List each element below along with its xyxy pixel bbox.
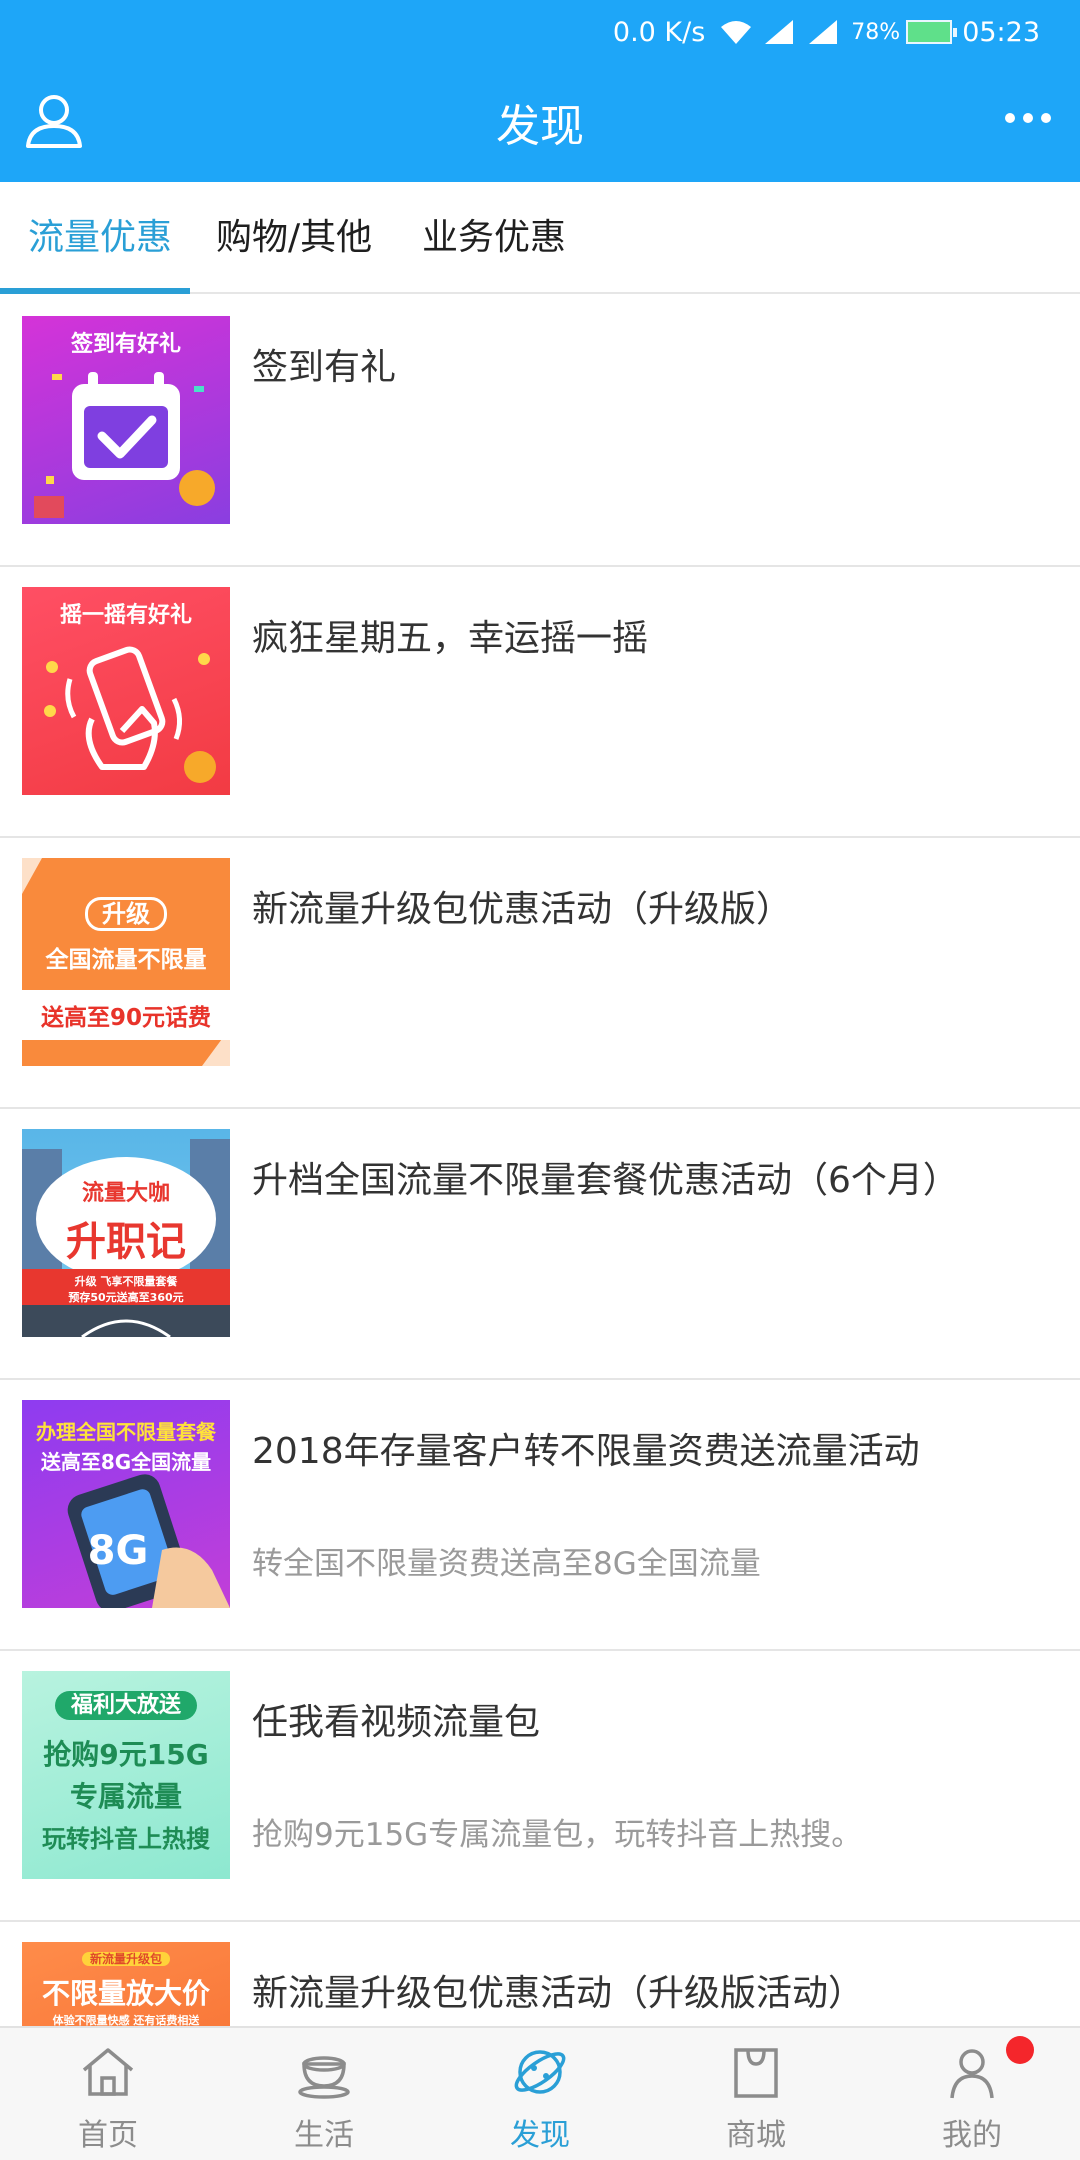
coin-decoration [44, 653, 216, 783]
thumb-banner-text: 福利大放送 [22, 1687, 230, 1720]
tab-traffic-offers[interactable]: 流量优惠 [28, 182, 172, 294]
network-speed: 0.0 K/s [612, 16, 706, 48]
app-header: 0.0 K/s 78% 05:23 发现 [0, 0, 1080, 182]
nav-label: 我的 [942, 2118, 1002, 2153]
more-icon-dot [1023, 113, 1033, 123]
more-icon-dot [1005, 113, 1015, 123]
thumb-unlimited-text: 全国流量不限量 [45, 947, 207, 973]
battery-icon [906, 20, 958, 44]
nav-life[interactable]: 生活 [216, 2028, 432, 2160]
promo-thumbnail: 办理全国不限量套餐 送高至8G全国流量 8G [22, 1400, 230, 1608]
thumb-headline-text: 不限量放大价 [41, 1977, 210, 2010]
thumb-tag-text: 新流量升级包 [22, 1950, 230, 1967]
nav-mall[interactable]: 商城 [648, 2028, 864, 2160]
confetti-decoration [34, 374, 215, 518]
nav-discover[interactable]: 发现 [432, 2028, 648, 2160]
thumb-gift-text: 送高至90元话费 [40, 1005, 211, 1031]
wifi-icon [721, 21, 752, 44]
nav-mine[interactable]: 我的 [864, 2028, 1080, 2160]
thumb-headline-text: 升职记 [66, 1219, 186, 1265]
item-subtitle: 转全国不限量资费送高至8G全国流量 [252, 1546, 761, 1582]
list-item[interactable]: 福利大放送 抢购9元15G 专属流量 玩转抖音上热搜 任我看视频流量包 抢购9元… [0, 1651, 1080, 1922]
nav-label: 发现 [510, 2118, 570, 2153]
tab-shopping-other[interactable]: 购物/其他 [216, 182, 372, 294]
nav-label: 商城 [726, 2118, 786, 2153]
promo-list: 签到有好礼 签到有礼 摇一摇有好礼 疯狂星期五，幸运摇一摇 升级 全国流量不限量… [0, 296, 1080, 2160]
phone-hand-illustration [67, 1474, 230, 1608]
battery-indicator: 78% [851, 19, 958, 45]
promo-thumbnail: 签到有好礼 [22, 316, 230, 524]
list-item[interactable]: 升级 全国流量不限量 送高至90元话费 新流量升级包优惠活动（升级版） [0, 838, 1080, 1109]
thumb-title-text: 流量大咖 [81, 1181, 170, 1206]
list-item[interactable]: 签到有好礼 签到有礼 [0, 296, 1080, 567]
item-title: 签到有礼 [252, 347, 397, 388]
thumb-caption-text-2: 预存50元送高至360元 [68, 1291, 184, 1304]
nav-home[interactable]: 首页 [0, 2028, 216, 2160]
list-item[interactable]: 摇一摇有好礼 疯狂星期五，幸运摇一摇 [0, 567, 1080, 838]
item-subtitle: 抢购9元15G专属流量包，玩转抖音上热搜。 [252, 1817, 863, 1853]
title-bar: 发现 [0, 60, 1080, 182]
planet-icon [514, 2050, 566, 2094]
notification-badge [1006, 2036, 1034, 2064]
signal-icon-2 [809, 20, 838, 44]
tab-indicator [0, 288, 190, 294]
promo-thumbnail: 摇一摇有好礼 [22, 587, 230, 795]
item-title: 2018年存量客户转不限量资费送流量活动 [252, 1431, 920, 1472]
bag-icon [734, 2048, 778, 2098]
category-tabs: 流量优惠 购物/其他 业务优惠 [0, 182, 1080, 294]
page-title: 发现 [496, 101, 584, 152]
thumb-8g-text: 8G [87, 1528, 149, 1574]
signal-icon [765, 20, 794, 44]
clock: 05:23 [962, 16, 1040, 48]
thumb-upgrade-text: 升级 [22, 894, 230, 931]
item-title: 疯狂星期五，幸运摇一摇 [252, 618, 649, 659]
person-icon [950, 2049, 994, 2099]
battery-percent: 78% [851, 19, 901, 45]
status-bar: 0.0 K/s 78% 05:23 [613, 10, 1040, 54]
promo-thumbnail: 流量大咖 升职记 升级 飞享不限量套餐 预存50元送高至360元 [22, 1129, 230, 1337]
thumb-douyin-text: 玩转抖音上热搜 [42, 1825, 210, 1853]
tab-service-offers[interactable]: 业务优惠 [422, 182, 566, 294]
list-item[interactable]: 流量大咖 升职记 升级 飞享不限量套餐 预存50元送高至360元 升档全国流量不… [0, 1109, 1080, 1380]
promo-thumbnail: 升级 全国流量不限量 送高至90元话费 [22, 858, 230, 1066]
bottom-navigation: 首页 生活 发现 商城 我的 [0, 2026, 1080, 2160]
cup-icon [298, 2056, 350, 2099]
item-title: 任我看视频流量包 [252, 1702, 541, 1743]
nav-label: 生活 [294, 2118, 354, 2153]
item-title: 升档全国流量不限量套餐优惠活动（6个月） [252, 1160, 959, 1201]
thumb-exclusive-text: 专属流量 [69, 1780, 182, 1813]
thumb-offer-text: 抢购9元15G [43, 1738, 209, 1771]
more-button[interactable] [998, 98, 1058, 138]
thumb-caption-text: 升级 飞享不限量套餐 [74, 1275, 178, 1288]
more-icon-dot [1041, 113, 1051, 123]
item-title: 新流量升级包优惠活动（升级版） [252, 889, 793, 930]
item-title: 新流量升级包优惠活动（升级版活动） [252, 1973, 865, 2014]
list-item[interactable]: 办理全国不限量套餐 送高至8G全国流量 8G 2018年存量客户转不限量资费送流… [0, 1380, 1080, 1651]
nav-label: 首页 [78, 2118, 138, 2153]
home-icon [82, 2048, 134, 2096]
promo-thumbnail: 福利大放送 抢购9元15G 专属流量 玩转抖音上热搜 [22, 1671, 230, 1879]
